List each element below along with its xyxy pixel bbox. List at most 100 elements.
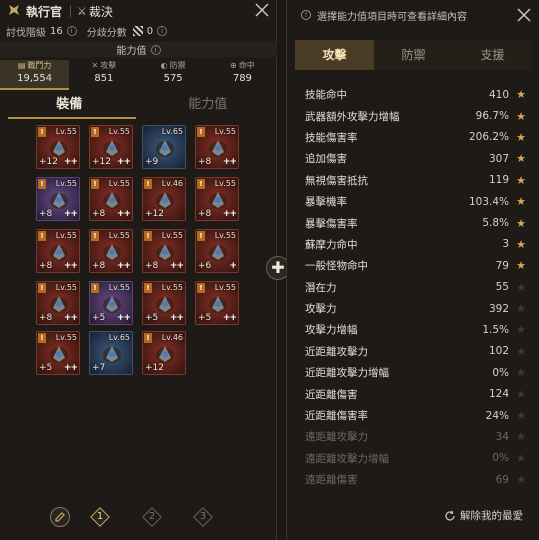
stat-row[interactable]: 遠距離傷害 69 ★	[305, 469, 527, 490]
stat-row[interactable]: 潛在力 55 ★	[305, 277, 527, 298]
stat-row[interactable]: 蘇摩力命中 3 ★	[305, 234, 527, 255]
favorite-star-icon[interactable]: ★	[515, 238, 527, 251]
stat-row[interactable]: 近距離攻擊力增幅 0% ★	[305, 362, 527, 383]
stat-row[interactable]: 武器額外攻擊力增幅 96.7% ★	[305, 105, 527, 126]
equipment-slot[interactable]: ! Lv.55 +8 ++	[195, 177, 239, 221]
favorite-star-icon[interactable]: ★	[515, 302, 527, 315]
conquest-rank-label: 討伐階級	[6, 27, 46, 39]
favorite-star-icon[interactable]: ★	[515, 259, 527, 272]
equipment-slot[interactable]: ! Lv.46 +12	[142, 177, 186, 221]
favorite-star-icon[interactable]: ★	[515, 131, 527, 144]
upgrade-alert-badge: !	[91, 179, 99, 189]
equipment-slot[interactable]: ! Lv.55 +5 ++	[89, 281, 133, 325]
close-icon[interactable]	[253, 1, 271, 19]
stat-value: 0%	[492, 452, 509, 465]
equipment-slot[interactable]: ! Lv.55 +8 ++	[195, 125, 239, 169]
equipment-slot[interactable]: Lv.65 +9	[142, 125, 186, 169]
stat-name: 潛在力	[305, 281, 337, 294]
stat-row[interactable]: 遠距離攻擊力增幅 0% ★	[305, 448, 527, 469]
equipment-slot[interactable]: ! Lv.55 +5 ++	[195, 281, 239, 325]
favorite-star-icon[interactable]: ★	[515, 452, 527, 465]
favorite-star-icon[interactable]: ★	[515, 366, 527, 379]
equipment-slot[interactable]: ! Lv.55 +8 ++	[36, 229, 80, 273]
unfavorite-button[interactable]: 解除我的最愛	[444, 508, 523, 523]
favorite-star-icon[interactable]: ★	[515, 345, 527, 358]
stat-row[interactable]: 技能傷害率 206.2% ★	[305, 127, 527, 148]
stat-row[interactable]: 暴擊機率 103.4% ★	[305, 191, 527, 212]
equipment-slot[interactable]: ! Lv.55 +5 ++	[36, 331, 80, 375]
favorite-star-icon[interactable]: ★	[515, 430, 527, 443]
stat-name: 武器額外攻擊力增幅	[305, 110, 400, 123]
stat-row[interactable]: 一般怪物命中 79 ★	[305, 255, 527, 276]
info-icon[interactable]: i	[150, 44, 161, 55]
edit-preset-button[interactable]	[50, 507, 70, 527]
favorite-star-icon[interactable]: ★	[515, 195, 527, 208]
favorite-star-icon[interactable]: ★	[515, 217, 527, 230]
tab-support[interactable]: 支援	[453, 40, 532, 70]
equipment-slot[interactable]: ! Lv.46 +12	[142, 331, 186, 375]
favorite-star-icon[interactable]: ★	[515, 323, 527, 336]
stat-row[interactable]: 近距離傷害 124 ★	[305, 383, 527, 404]
stat-name: 攻擊力增幅	[305, 324, 358, 337]
preset-page-1[interactable]: 1	[90, 507, 110, 527]
favorite-star-icon[interactable]: ★	[515, 409, 527, 422]
tab-attack[interactable]: 攻擊	[295, 40, 374, 70]
stat-row[interactable]: 攻擊力 392 ★	[305, 298, 527, 319]
stat-defense[interactable]: ◐ 防禦 575	[139, 60, 208, 90]
enhancement-level: +5	[145, 313, 159, 323]
equipment-slot[interactable]: ! Lv.55 +8 ++	[89, 229, 133, 273]
favorite-star-icon[interactable]: ★	[515, 88, 527, 101]
tab-defense[interactable]: 防禦	[374, 40, 453, 70]
favorite-star-icon[interactable]: ★	[515, 152, 527, 165]
stat-value: 206.2%	[468, 131, 509, 144]
favorite-star-icon[interactable]: ★	[515, 388, 527, 401]
favorite-star-icon[interactable]: ★	[515, 281, 527, 294]
equipment-slot[interactable]: ! Lv.55 +5 ++	[142, 281, 186, 325]
upgrade-alert-badge: !	[91, 231, 99, 241]
stat-attack[interactable]: ✕ 攻擊 851	[69, 60, 138, 90]
class-name: 執行官	[26, 4, 63, 19]
stat-row[interactable]: 無視傷害抵抗 119 ★	[305, 170, 527, 191]
close-icon[interactable]	[515, 6, 533, 24]
enhancement-level: +12	[145, 209, 164, 219]
equipment-slot[interactable]: Lv.65 +7	[89, 331, 133, 375]
stat-accuracy[interactable]: ⊕ 命中 789	[208, 60, 277, 90]
equipment-slot[interactable]: ! Lv.55 +8 ++	[36, 177, 80, 221]
ability-detail-panel: ! 選擇能力值項目時可查看詳細內容 攻擊 防禦 支援 技能命中 410 ★ 武器額外攻…	[286, 0, 539, 540]
stat-value: 410	[488, 88, 509, 101]
preset-page-2[interactable]: 2	[142, 507, 162, 527]
stat-row[interactable]: 近距離攻擊力 102 ★	[305, 341, 527, 362]
tab-ability-values[interactable]: 能力值	[139, 94, 278, 116]
info-icon[interactable]: i	[66, 26, 77, 36]
upgrade-alert-badge: !	[197, 127, 205, 137]
enhancement-level: +8	[39, 261, 53, 271]
item-level: Lv.65	[161, 127, 183, 136]
favorite-star-icon[interactable]: ★	[515, 473, 527, 486]
stat-combat-power[interactable]: ▤ 戰鬥力 19,554	[0, 60, 70, 90]
info-icon[interactable]: i	[157, 26, 168, 36]
stat-value: 69	[495, 473, 509, 486]
stat-name: 近距離攻擊力	[305, 345, 368, 358]
tab-equipment[interactable]: 裝備	[0, 94, 139, 116]
stat-row[interactable]: 攻擊力增幅 1.5% ★	[305, 319, 527, 340]
stat-value: 851	[94, 73, 114, 84]
equipment-slot[interactable]: ! Lv.55 +12 ++	[36, 125, 80, 169]
stat-row[interactable]: 遠距離攻擊力 34 ★	[305, 426, 527, 447]
equipment-slot[interactable]: ! Lv.55 +6 +	[195, 229, 239, 273]
upgrade-alert-badge: !	[91, 283, 99, 293]
favorite-star-icon[interactable]: ★	[515, 174, 527, 187]
item-level: Lv.55	[214, 231, 236, 240]
stat-row[interactable]: 暴擊傷害率 5.8% ★	[305, 212, 527, 233]
stat-row[interactable]: 技能命中 410 ★	[305, 84, 527, 105]
equipment-slot[interactable]: ! Lv.55 +8 ++	[36, 281, 80, 325]
equipment-slot[interactable]: ! Lv.55 +12 ++	[89, 125, 133, 169]
preset-page-3[interactable]: 3	[193, 507, 213, 527]
refine-marker: ++	[116, 157, 131, 167]
favorite-star-icon[interactable]: ★	[515, 110, 527, 123]
stat-row[interactable]: 近距離傷害率 24% ★	[305, 405, 527, 426]
equipment-slot[interactable]: ! Lv.55 +8 ++	[142, 229, 186, 273]
stat-row[interactable]: 追加傷害 307 ★	[305, 148, 527, 169]
enhancement-level: +8	[92, 261, 106, 271]
ability-value-label: 能力值	[116, 46, 147, 57]
equipment-slot[interactable]: ! Lv.55 +8 ++	[89, 177, 133, 221]
